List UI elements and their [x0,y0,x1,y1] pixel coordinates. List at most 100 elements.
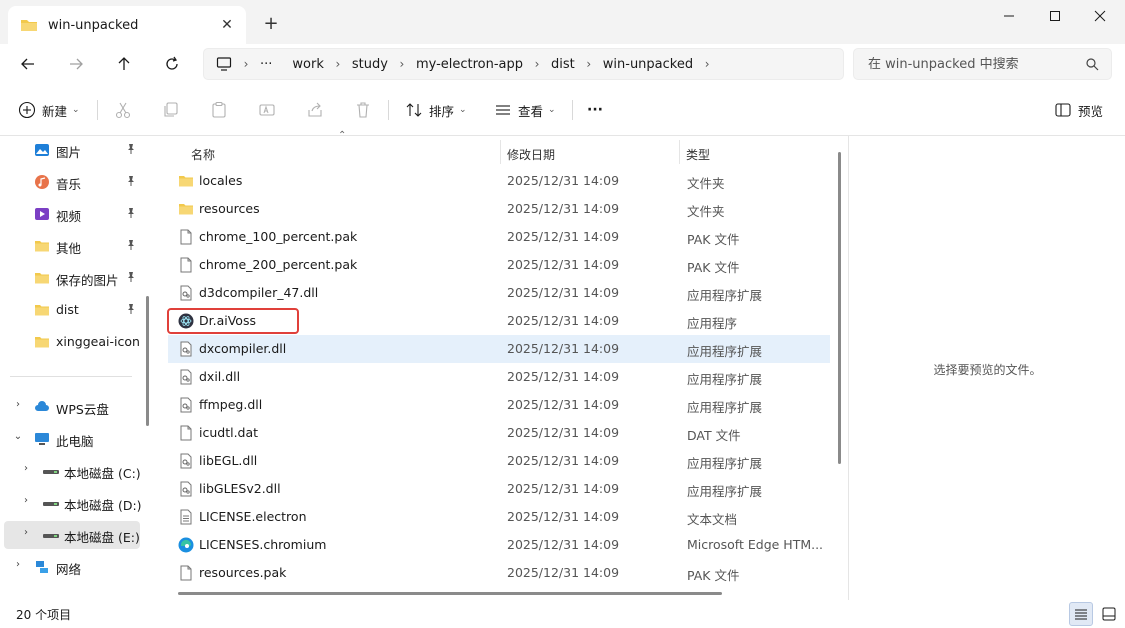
view-button[interactable]: 查看 ⌄ [494,98,556,122]
cut-icon[interactable] [113,100,133,120]
file-type: 应用程序扩展 [687,344,763,359]
column-header-date[interactable]: 修改日期 [507,142,555,166]
delete-icon[interactable] [353,100,373,120]
pin-icon [126,303,136,318]
column-header-name[interactable]: 名称 [191,142,215,166]
chevron-right-icon: › [586,57,592,71]
chevron-down-icon: ⌄ [548,105,556,115]
forward-button[interactable] [62,52,90,76]
sidebar-item-quick-access[interactable]: 保存的图片 [4,264,140,292]
chevron-right-icon[interactable]: › [20,463,32,474]
file-row[interactable]: resources.pak 2025/12/31 14:09 PAK 文件 [168,559,830,587]
file-row[interactable]: chrome_100_percent.pak 2025/12/31 14:09 PA… [168,223,830,251]
back-button[interactable] [14,52,42,76]
folder-icon [21,20,37,31]
sidebar-item-quick-access[interactable]: 音乐 [4,168,140,196]
column-header-type[interactable]: 类型 [686,142,710,166]
tab-win-unpacked[interactable]: win-unpacked ✕ [8,6,246,44]
new-button[interactable]: 新建 ⌄ [18,98,80,122]
sidebar-scrollbar[interactable] [146,296,149,426]
videos-icon [34,206,50,222]
rename-icon[interactable] [257,100,277,120]
sidebar-item-label: 本地磁盘 (E:) [64,530,140,545]
chevron-right-icon: › [243,57,249,71]
share-icon[interactable] [305,100,325,120]
breadcrumb-win-unpacked[interactable]: win-unpacked [603,57,693,72]
sort-button[interactable]: 排序 ⌄ [405,98,467,122]
chevron-right-icon[interactable]: › [20,527,32,538]
refresh-button[interactable] [158,52,186,76]
close-window-button[interactable] [1077,6,1123,26]
tiles-view-button[interactable] [1097,602,1121,626]
chevron-right-icon[interactable]: › [12,399,24,410]
file-row[interactable]: chrome_200_percent.pak 2025/12/31 14:09 PA… [168,251,830,279]
status-bar: 20 个项目 [0,600,1125,628]
close-icon [1094,10,1106,22]
file-name: chrome_200_percent.pak [199,257,358,272]
drive-icon [42,495,60,511]
vertical-scrollbar[interactable] [838,152,841,464]
file-row[interactable]: ffmpeg.dll 2025/12/31 14:09 应用程序扩展 [168,391,830,419]
file-type: DAT 文件 [687,428,741,443]
column-divider[interactable] [500,140,501,164]
file-row[interactable]: locales 2025/12/31 14:09 文件夹 [168,167,830,195]
breadcrumb-more[interactable]: ··· [260,57,272,72]
sidebar-item-location[interactable]: ⌄ 此电脑 [4,425,140,453]
file-row[interactable]: libEGL.dll 2025/12/31 14:09 应用程序扩展 [168,447,830,475]
sidebar-item-location[interactable]: › WPS云盘 [4,393,140,421]
file-row[interactable]: LICENSES.chromium 2025/12/31 14:09 Microso… [168,531,830,559]
file-name: libGLESv2.dll [199,481,281,496]
copy-icon[interactable] [161,100,181,120]
details-view-button[interactable] [1069,602,1093,626]
file-row[interactable]: icudtl.dat 2025/12/31 14:09 DAT 文件 [168,419,830,447]
breadcrumb-work[interactable]: work [292,57,323,72]
sidebar-item-label: 保存的图片 [56,273,119,288]
breadcrumb-my-electron-app[interactable]: my-electron-app [416,57,523,72]
chevron-right-icon: › [704,57,710,71]
file-row[interactable]: resources 2025/12/31 14:09 文件夹 [168,195,830,223]
address-bar[interactable]: › ··· work › study › my-electron-app › d… [203,48,844,80]
sidebar-item-quick-access[interactable]: 其他 [4,232,140,260]
item-count: 20 个项目 [16,608,72,622]
file-modified-date: 2025/12/31 14:09 [507,369,620,384]
maximize-button[interactable] [1032,6,1078,26]
sidebar-item-location[interactable]: › 网络 [4,553,140,581]
file-row[interactable]: d3dcompiler_47.dll 2025/12/31 14:09 应用程序扩展 [168,279,830,307]
file-row[interactable]: libGLESv2.dll 2025/12/31 14:09 应用程序扩展 [168,475,830,503]
chevron-down-icon[interactable]: ⌄ [12,431,24,442]
file-modified-date: 2025/12/31 14:09 [507,229,620,244]
preview-button[interactable]: 预览 [1054,98,1103,122]
dll-icon [178,453,194,469]
sidebar-item-quick-access[interactable]: 视频 [4,200,140,228]
up-button[interactable] [110,52,138,76]
search-box[interactable] [853,48,1112,80]
breadcrumb-dist[interactable]: dist [551,57,575,72]
sidebar-item-location[interactable]: › 本地磁盘 (D:) [4,489,142,517]
new-tab-button[interactable]: + [260,12,282,34]
sidebar-item-location[interactable]: › 本地磁盘 (E:) [4,521,140,549]
sidebar-item-quick-access[interactable]: dist [4,296,140,324]
sidebar-item-quick-access[interactable]: 图片 [4,136,140,164]
cloud-icon [34,399,50,415]
file-row[interactable]: dxcompiler.dll 2025/12/31 14:09 应用程序扩展 [168,335,830,363]
network-icon [34,559,50,575]
paste-icon[interactable] [209,100,229,120]
maximize-icon [1050,11,1060,21]
view-label: 查看 [518,103,544,119]
file-row[interactable]: LICENSE.electron 2025/12/31 14:09 文本文档 [168,503,830,531]
minimize-button[interactable] [986,6,1032,26]
chevron-right-icon[interactable]: › [12,559,24,570]
sidebar-item-location[interactable]: › 本地磁盘 (C:) [4,457,141,485]
file-row[interactable]: dxil.dll 2025/12/31 14:09 应用程序扩展 [168,363,830,391]
search-input[interactable] [868,56,1078,72]
column-divider[interactable] [679,140,680,164]
file-icon [178,257,194,273]
sidebar-item-quick-access[interactable]: xinggeai-icon [4,328,140,356]
close-tab-button[interactable]: ✕ [218,16,236,34]
file-name: resources [199,201,260,216]
more-options-button[interactable]: ··· [587,98,603,122]
chevron-right-icon[interactable]: › [20,495,32,506]
breadcrumb-study[interactable]: study [352,57,388,72]
horizontal-scrollbar[interactable] [178,592,722,595]
file-type: PAK 文件 [687,260,740,275]
